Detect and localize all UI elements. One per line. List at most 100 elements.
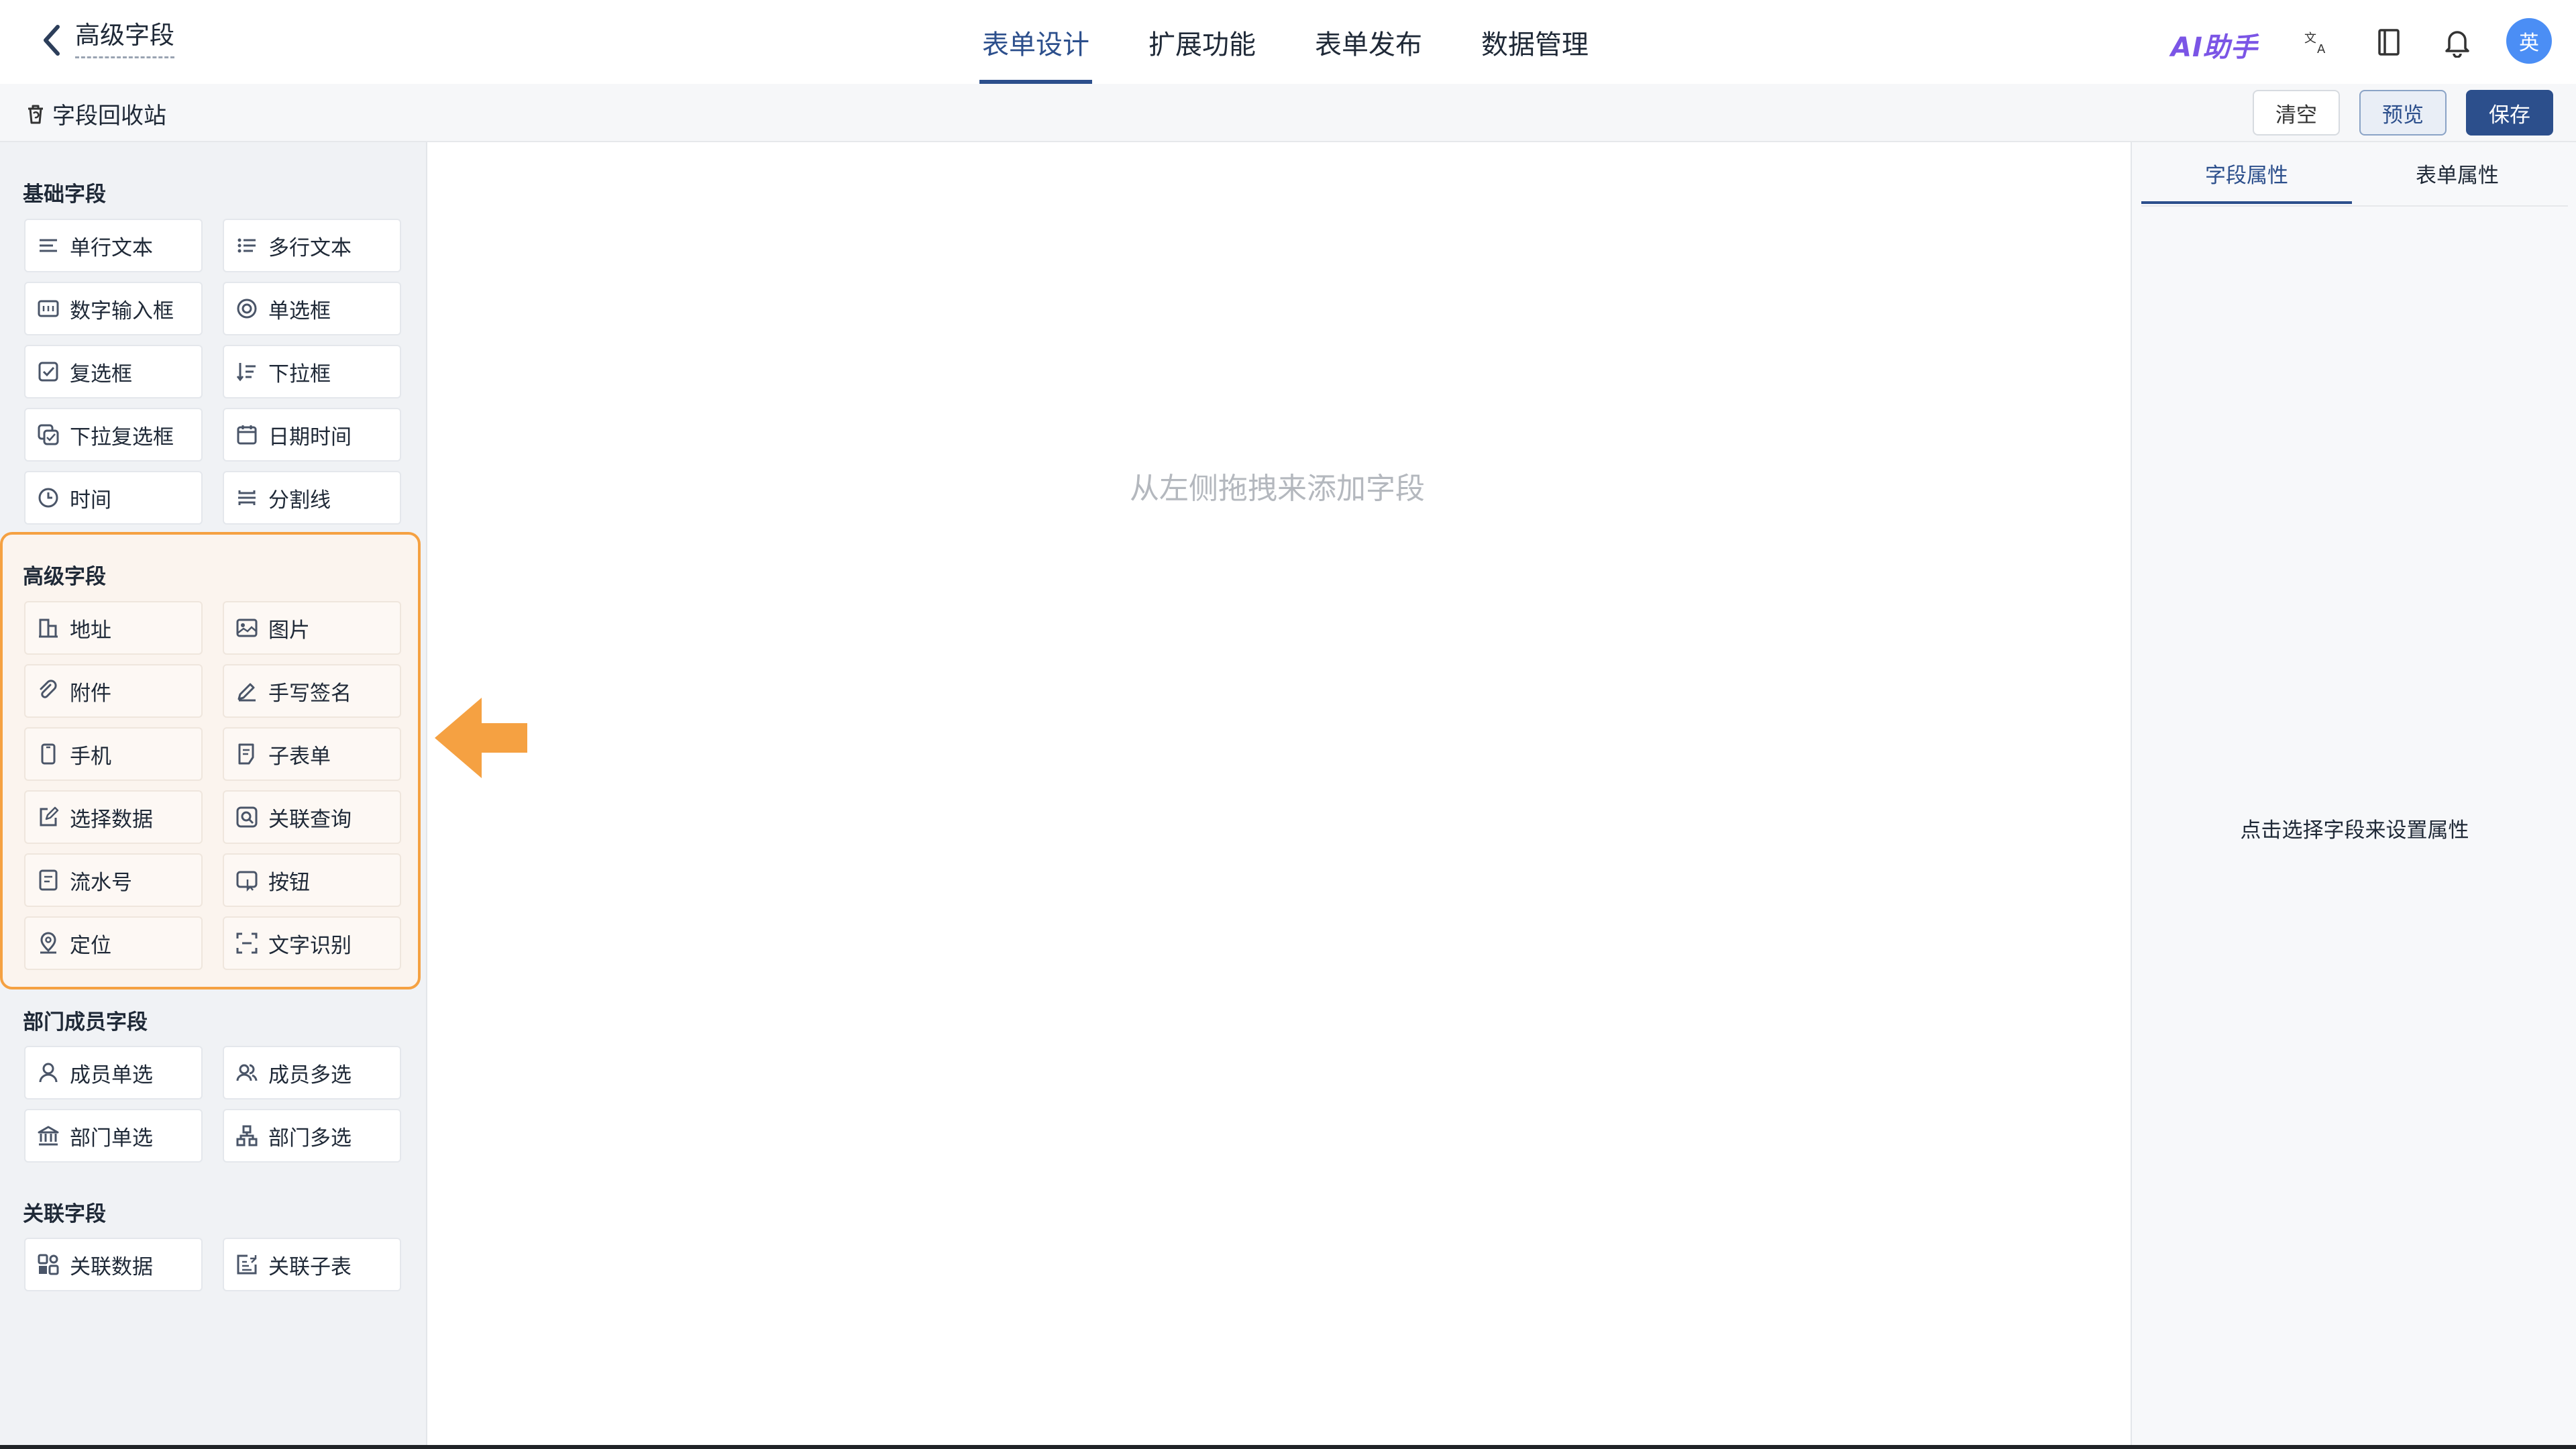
field-member-single[interactable]: 成员单选 — [24, 1046, 203, 1099]
field-label: 时间 — [70, 488, 111, 513]
field-signature[interactable]: 手写签名 — [223, 664, 401, 718]
checkbox-icon — [36, 360, 60, 384]
field-label: 多行文本 — [268, 235, 352, 260]
preview-button[interactable]: 预览 — [2359, 90, 2447, 136]
field-label: 成员单选 — [70, 1063, 153, 1087]
field-label: 部门多选 — [268, 1126, 352, 1150]
bell-icon[interactable] — [2440, 25, 2475, 60]
address-icon — [36, 616, 60, 640]
clock-icon — [36, 486, 60, 510]
field-label: 分割线 — [268, 488, 331, 513]
field-checkbox[interactable]: 复选框 — [24, 345, 203, 398]
field-image[interactable]: 图片 — [223, 601, 401, 655]
field-location[interactable]: 定位 — [24, 916, 203, 970]
group-title-related: 关联字段 — [23, 1202, 106, 1226]
member-multi-icon — [235, 1061, 259, 1085]
department-single-icon — [36, 1124, 60, 1148]
user-avatar[interactable]: 英 — [2506, 18, 2552, 64]
field-label: 附件 — [70, 681, 111, 706]
field-serial-number[interactable]: 流水号 — [24, 853, 203, 907]
field-label: 按钮 — [268, 870, 310, 895]
svg-text:文: 文 — [2304, 32, 2316, 46]
field-label: 流水号 — [70, 870, 132, 895]
multi-line-text-icon — [235, 233, 259, 258]
clear-button[interactable]: 清空 — [2253, 90, 2340, 136]
field-label: 文字识别 — [268, 933, 352, 958]
field-time[interactable]: 时间 — [24, 471, 203, 525]
group-title-advanced: 高级字段 — [23, 565, 106, 589]
field-related-data[interactable]: 关联数据 — [24, 1238, 203, 1291]
properties-empty-hint: 点击选择字段来设置属性 — [2240, 818, 2469, 843]
department-multi-icon — [235, 1124, 259, 1148]
subform-icon — [235, 742, 259, 766]
field-attachment[interactable]: 附件 — [24, 664, 203, 718]
field-linked-query[interactable]: 关联查询 — [223, 790, 401, 844]
field-single-line-text[interactable]: 单行文本 — [24, 219, 203, 272]
tab-form-publish[interactable]: 表单发布 — [1312, 0, 1425, 84]
phone-icon — [36, 742, 60, 766]
save-button[interactable]: 保存 — [2466, 90, 2553, 136]
field-label: 部门单选 — [70, 1126, 153, 1150]
field-department-single[interactable]: 部门单选 — [24, 1109, 203, 1163]
field-label: 数字输入框 — [70, 299, 174, 323]
serial-number-icon — [36, 868, 60, 892]
linked-query-icon — [235, 805, 259, 829]
field-label: 日期时间 — [268, 425, 352, 449]
field-radio[interactable]: 单选框 — [223, 282, 401, 335]
field-department-multi[interactable]: 部门多选 — [223, 1109, 401, 1163]
field-member-multi[interactable]: 成员多选 — [223, 1046, 401, 1099]
field-subform[interactable]: 子表单 — [223, 727, 401, 781]
number-input-icon — [36, 297, 60, 321]
form-title[interactable]: 高级字段 — [75, 20, 174, 58]
back-button[interactable] — [35, 19, 68, 62]
field-label: 关联子表 — [268, 1254, 352, 1279]
field-phone[interactable]: 手机 — [24, 727, 203, 781]
field-label: 子表单 — [268, 744, 331, 769]
field-divider[interactable]: 分割线 — [223, 471, 401, 525]
field-ocr[interactable]: 文字识别 — [223, 916, 401, 970]
field-related-subtable[interactable]: 关联子表 — [223, 1238, 401, 1291]
dropdown-icon — [235, 360, 259, 384]
chevron-left-icon — [44, 25, 60, 56]
field-recycle-bin-button[interactable]: 字段回收站 — [25, 97, 166, 130]
field-label: 单选框 — [268, 299, 331, 323]
form-canvas[interactable]: 从左侧拖拽来添加字段 — [429, 142, 2131, 1449]
related-subtable-icon — [235, 1252, 259, 1277]
translate-icon[interactable]: 文A — [2300, 25, 2334, 60]
main-tabs: 表单设计 扩展功能 表单发布 数据管理 — [979, 0, 1645, 84]
field-dropdown-multi[interactable]: 下拉复选框 — [24, 408, 203, 462]
svg-text:A: A — [2317, 42, 2326, 56]
field-label: 单行文本 — [70, 235, 153, 260]
toolbar: 字段回收站 清空 预览 保存 — [0, 84, 2576, 142]
field-label: 成员多选 — [268, 1063, 352, 1087]
calendar-icon — [235, 423, 259, 447]
member-single-icon — [36, 1061, 60, 1085]
location-icon — [36, 931, 60, 955]
related-data-icon — [36, 1252, 60, 1277]
group-title-basic: 基础字段 — [23, 182, 106, 207]
tab-field-properties[interactable]: 字段属性 — [2141, 142, 2352, 204]
field-label: 复选框 — [70, 362, 132, 386]
field-label: 地址 — [70, 618, 111, 643]
field-number-input[interactable]: 数字输入框 — [24, 282, 203, 335]
ai-assistant-button[interactable]: AI助手 — [2171, 25, 2258, 64]
properties-panel: 字段属性 表单属性 点击选择字段来设置属性 — [2131, 142, 2576, 1449]
field-datetime[interactable]: 日期时间 — [223, 408, 401, 462]
image-icon — [235, 616, 259, 640]
radio-icon — [235, 297, 259, 321]
field-palette: 基础字段 单行文本 多行文本 数字输入框 单选框 复选框 下拉框 下拉复选框 日… — [0, 142, 427, 1449]
tab-form-properties[interactable]: 表单属性 — [2352, 142, 2563, 204]
attachment-icon — [36, 679, 60, 703]
tab-data-management[interactable]: 数据管理 — [1479, 0, 1591, 84]
tab-form-design[interactable]: 表单设计 — [979, 0, 1092, 84]
group-title-members: 部门成员字段 — [23, 1010, 148, 1034]
book-icon[interactable] — [2371, 25, 2406, 60]
field-select-data[interactable]: 选择数据 — [24, 790, 203, 844]
select-data-icon — [36, 805, 60, 829]
field-dropdown[interactable]: 下拉框 — [223, 345, 401, 398]
field-button[interactable]: 按钮 — [223, 853, 401, 907]
field-address[interactable]: 地址 — [24, 601, 203, 655]
arrow-left-icon — [435, 698, 529, 778]
tab-extensions[interactable]: 扩展功能 — [1146, 0, 1258, 84]
field-multi-line-text[interactable]: 多行文本 — [223, 219, 401, 272]
